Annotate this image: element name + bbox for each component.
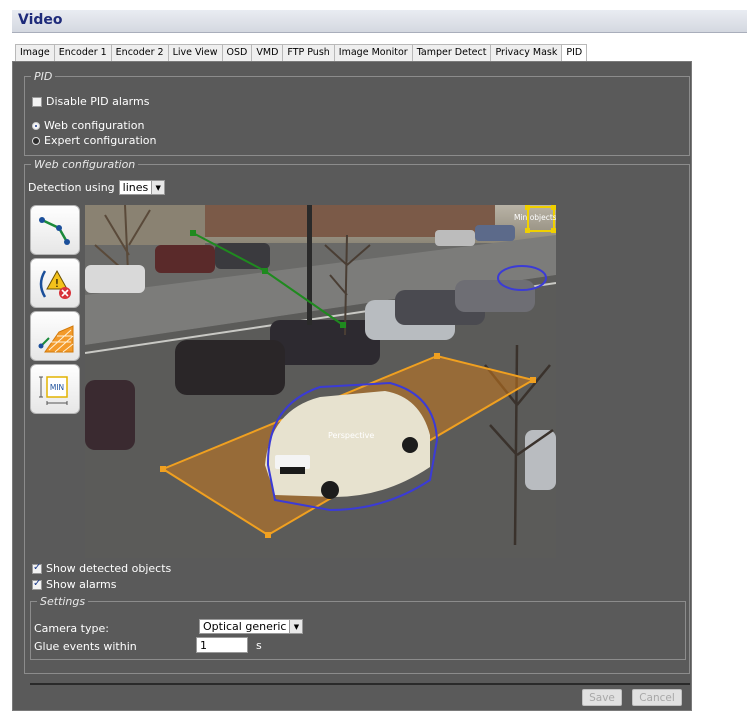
glue-events-input[interactable]: 1 bbox=[196, 637, 248, 653]
camera-type-value: Optical generic bbox=[203, 620, 287, 633]
tab-vmd[interactable]: VMD bbox=[251, 44, 284, 62]
glue-events-row: 1 s bbox=[196, 637, 262, 653]
min-object-tool-button[interactable]: MIN bbox=[30, 364, 80, 414]
expert-configuration-label: Expert configuration bbox=[44, 134, 157, 147]
min-tool-text: MIN bbox=[50, 383, 64, 392]
svg-text:!: ! bbox=[55, 277, 59, 290]
expert-configuration-radio-row[interactable]: Expert configuration bbox=[32, 134, 157, 147]
detection-select-value: lines bbox=[122, 181, 149, 194]
perspective-overlay-label: Perspective bbox=[328, 431, 374, 440]
disable-pid-alarms-checkbox[interactable] bbox=[32, 96, 42, 107]
camera-type-label: Camera type: bbox=[34, 622, 109, 635]
tab-osd[interactable]: OSD bbox=[221, 44, 253, 62]
window-title: Video bbox=[18, 12, 63, 28]
web-configuration-radio-row[interactable]: Web configuration bbox=[32, 119, 144, 132]
tab-live-view[interactable]: Live View bbox=[167, 44, 223, 62]
chevron-down-icon: ▼ bbox=[289, 620, 303, 633]
tab-ftp-push[interactable]: FTP Push bbox=[282, 44, 335, 62]
save-button[interactable]: Save bbox=[582, 689, 622, 706]
show-detected-objects-row[interactable]: Show detected objects bbox=[32, 562, 171, 575]
tab-bar: Image Encoder 1 Encoder 2 Live View OSD … bbox=[15, 44, 588, 63]
detection-select[interactable]: lines ▼ bbox=[118, 180, 166, 195]
show-alarms-checkbox[interactable] bbox=[32, 578, 42, 590]
expert-configuration-radio[interactable] bbox=[32, 136, 40, 145]
web-configuration-radio[interactable] bbox=[32, 121, 40, 130]
line-tool-button[interactable] bbox=[30, 205, 80, 255]
show-detected-objects-label: Show detected objects bbox=[46, 562, 172, 575]
window-title-bar: Video bbox=[12, 10, 747, 33]
web-configuration-label: Web configuration bbox=[44, 119, 145, 132]
tab-encoder-1[interactable]: Encoder 1 bbox=[53, 44, 112, 62]
tab-encoder-2[interactable]: Encoder 2 bbox=[110, 44, 169, 62]
glue-events-label-row: Glue events within bbox=[34, 640, 137, 653]
footer-divider bbox=[30, 683, 690, 685]
alarm-rule-icon: ! bbox=[39, 269, 71, 299]
detection-row: Detection using lines ▼ bbox=[28, 180, 166, 195]
tab-image[interactable]: Image bbox=[15, 44, 55, 62]
camera-type-select[interactable]: Optical generic ▼ bbox=[199, 619, 304, 634]
tab-privacy-mask[interactable]: Privacy Mask bbox=[490, 44, 563, 62]
min-objects-overlay-label: Min objects bbox=[514, 213, 556, 222]
glue-events-unit: s bbox=[256, 638, 262, 652]
camera-scene: Min objects Perspective bbox=[85, 205, 556, 558]
disable-pid-alarms-row[interactable]: Disable PID alarms bbox=[32, 95, 149, 108]
show-detected-objects-checkbox[interactable] bbox=[32, 562, 42, 574]
pid-legend: PID bbox=[31, 70, 56, 83]
camera-type-label-row: Camera type: bbox=[34, 622, 109, 635]
detection-label: Detection using bbox=[28, 181, 115, 194]
glue-events-label: Glue events within bbox=[34, 640, 137, 653]
camera-view[interactable]: Min objects Perspective bbox=[85, 205, 556, 558]
chevron-down-icon: ▼ bbox=[151, 181, 165, 194]
web-configuration-legend: Web configuration bbox=[31, 158, 139, 171]
perspective-tool-icon bbox=[38, 325, 74, 353]
show-alarms-row[interactable]: Show alarms bbox=[32, 578, 117, 591]
min-object-icon: MIN bbox=[39, 376, 68, 405]
alarm-rule-button[interactable]: ! bbox=[30, 258, 80, 308]
line-tool-icon bbox=[39, 217, 70, 245]
show-alarms-label: Show alarms bbox=[46, 578, 117, 591]
tab-tamper-detect[interactable]: Tamper Detect bbox=[411, 44, 492, 62]
cancel-button[interactable]: Cancel bbox=[632, 689, 682, 706]
settings-legend: Settings bbox=[37, 595, 89, 608]
disable-pid-alarms-label: Disable PID alarms bbox=[46, 95, 150, 108]
tab-image-monitor[interactable]: Image Monitor bbox=[333, 44, 413, 62]
perspective-tool-button[interactable] bbox=[30, 311, 80, 361]
camera-type-row: Optical generic ▼ bbox=[199, 619, 304, 634]
